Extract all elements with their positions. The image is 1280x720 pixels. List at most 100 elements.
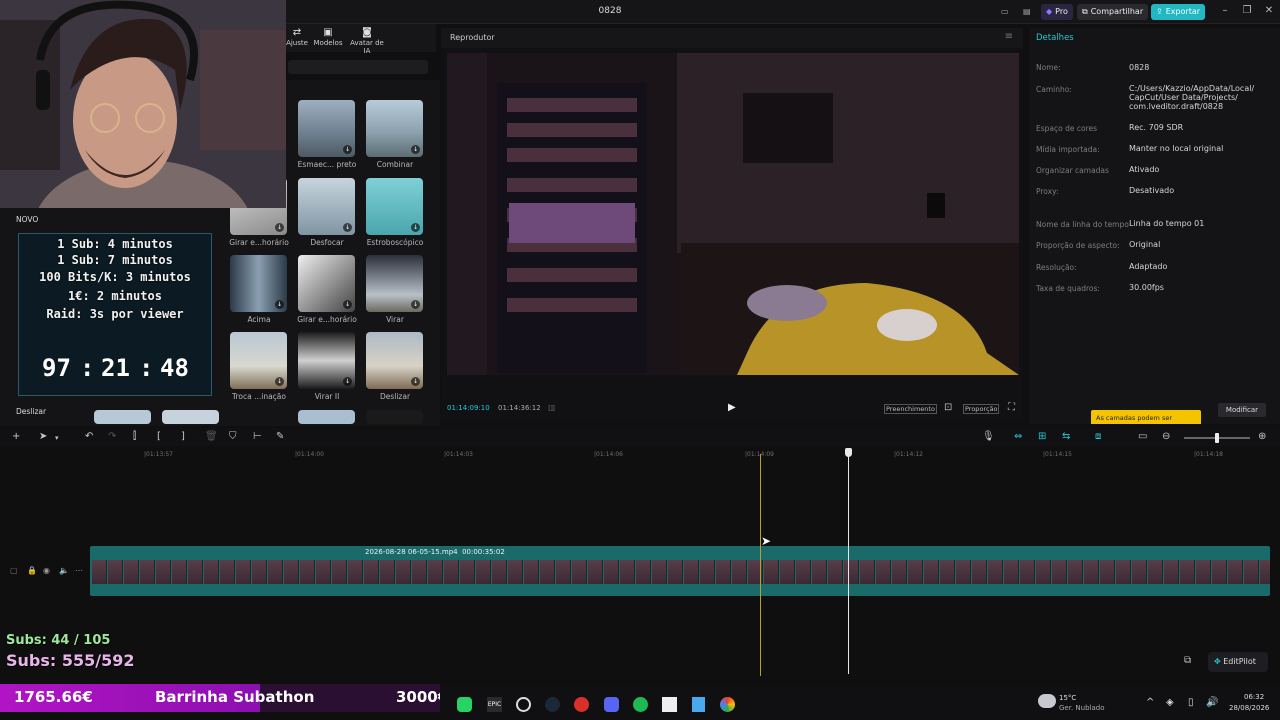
subs-total: Subs: 555/592 bbox=[6, 651, 135, 670]
modify-button[interactable]: Modificar bbox=[1218, 403, 1266, 417]
crop-icon[interactable]: ⊢ bbox=[253, 431, 262, 442]
panel-icon[interactable]: ⧉ bbox=[1184, 655, 1191, 666]
zoom-slider-handle[interactable] bbox=[1215, 433, 1219, 443]
chevron-down-icon[interactable]: ▾ bbox=[55, 434, 59, 442]
redo-icon[interactable]: ↷ bbox=[108, 431, 116, 442]
zoom-out-icon[interactable]: ⊖ bbox=[1162, 431, 1170, 442]
delete-icon[interactable]: 🗑 bbox=[205, 431, 218, 442]
snap-icon[interactable]: ⇆ bbox=[1062, 431, 1070, 442]
split-icon[interactable]: ⫿ bbox=[133, 431, 136, 442]
preview-axis-icon[interactable]: ⧈ bbox=[1095, 431, 1101, 442]
timeline-ruler[interactable] bbox=[88, 448, 1280, 462]
export-button[interactable]: ⇪ Exportar bbox=[1151, 4, 1206, 20]
spotify-icon[interactable] bbox=[633, 697, 648, 712]
fullscreen-icon[interactable]: ⛶ bbox=[1008, 402, 1015, 413]
chevron-up-icon[interactable]: ^ bbox=[1146, 697, 1154, 708]
ratio-button[interactable]: Proporção bbox=[963, 404, 1000, 414]
transition-tile[interactable]: ↓ bbox=[366, 255, 423, 312]
transition-tile[interactable]: ↓ bbox=[230, 332, 287, 389]
split-right-icon[interactable]: ] bbox=[181, 431, 185, 442]
pro-button[interactable]: ◆ Pro bbox=[1041, 4, 1073, 20]
capcut-icon[interactable] bbox=[662, 697, 677, 712]
transition-tile[interactable] bbox=[94, 410, 151, 424]
notepad-icon[interactable] bbox=[692, 697, 705, 712]
obs-icon[interactable] bbox=[516, 697, 531, 712]
transition-tile[interactable] bbox=[366, 410, 423, 424]
clip-frame bbox=[588, 560, 603, 584]
audio-icon[interactable]: 🔈 bbox=[59, 566, 69, 575]
draw-icon[interactable]: ✎ bbox=[276, 431, 284, 442]
undo-icon[interactable]: ↶ bbox=[85, 431, 93, 442]
shortcuts-icon[interactable]: ▤ bbox=[1018, 4, 1036, 20]
volume-icon[interactable]: 🔊 bbox=[1206, 697, 1218, 708]
transition-tile[interactable]: ↓ bbox=[298, 255, 355, 312]
transition-tile[interactable] bbox=[162, 410, 219, 424]
ai-avatar-icon: ◙ bbox=[362, 27, 372, 38]
tab-ai-avatar[interactable]: ◙ Avatar de IA bbox=[346, 27, 388, 55]
transition-label: Girar e...horário bbox=[229, 238, 289, 247]
minimize-icon[interactable]: – bbox=[1218, 5, 1232, 16]
share-button[interactable]: ⧉ Compartilhar bbox=[1077, 4, 1149, 20]
menu-icon[interactable]: ≡ bbox=[1005, 31, 1013, 42]
transition-label: Esmaec... preto bbox=[297, 160, 357, 169]
marker-icon[interactable]: ⛉ bbox=[229, 431, 237, 442]
notification-icon[interactable]: ▯ bbox=[1188, 697, 1194, 708]
whatsapp-icon[interactable] bbox=[457, 697, 472, 712]
clip-frame bbox=[716, 560, 731, 584]
weather-desc: Ger. Nublado bbox=[1059, 704, 1105, 712]
download-icon: ↓ bbox=[411, 145, 420, 154]
fill-button[interactable]: Preenchimento bbox=[884, 404, 937, 414]
editpilot-button[interactable]: ✥ EditPilot bbox=[1208, 652, 1268, 672]
caption-icon[interactable]: ▭ bbox=[1138, 431, 1147, 442]
ruler-tick: |01:13:57 bbox=[144, 451, 173, 458]
clip-label: 2026-08-28 06-05-15.mp4 00:00:35:02 bbox=[365, 548, 505, 556]
add-icon[interactable]: + bbox=[12, 431, 20, 442]
transition-tile[interactable]: ↓ bbox=[366, 100, 423, 157]
layout-icon[interactable]: ▭ bbox=[996, 4, 1014, 20]
clip-frame bbox=[236, 560, 251, 584]
detail-value: Original bbox=[1129, 240, 1161, 249]
transition-tile[interactable]: ↓ bbox=[366, 332, 423, 389]
screenshot-icon[interactable]: ⊡ bbox=[944, 402, 952, 413]
clip-frame bbox=[812, 560, 827, 584]
clip-frame bbox=[108, 560, 123, 584]
clip-frame bbox=[956, 560, 971, 584]
tab-adjust[interactable]: ⇄ Ajuste bbox=[286, 27, 308, 47]
more-icon[interactable]: ⋯ bbox=[75, 566, 83, 575]
transition-tile[interactable]: ↓ bbox=[298, 332, 355, 389]
webcam-image bbox=[0, 0, 286, 208]
steam-icon[interactable] bbox=[545, 697, 560, 712]
link-icon[interactable]: ⇔ bbox=[1014, 431, 1022, 442]
transition-label: Troca ...inação bbox=[232, 392, 286, 401]
lock-icon[interactable]: 🔒 bbox=[27, 566, 37, 575]
magnet-icon[interactable]: ⊞ bbox=[1038, 431, 1046, 442]
detail-value: Rec. 709 SDR bbox=[1129, 123, 1184, 132]
epic-games-icon[interactable]: EPIC bbox=[487, 697, 502, 712]
tab-templates[interactable]: ▣ Modelos bbox=[312, 27, 344, 47]
transition-tile[interactable]: ↓ bbox=[298, 100, 355, 157]
video-clip[interactable] bbox=[90, 546, 1270, 596]
playhead[interactable] bbox=[848, 454, 849, 674]
close-icon[interactable]: ✕ bbox=[1262, 5, 1276, 16]
transition-tile[interactable]: ↓ bbox=[366, 178, 423, 235]
video-preview[interactable] bbox=[447, 53, 1019, 375]
select-icon[interactable]: ➤ bbox=[39, 431, 47, 442]
search-input[interactable] bbox=[288, 60, 428, 74]
maximize-icon[interactable]: ❐ bbox=[1240, 5, 1254, 16]
track-cover-icon[interactable]: ▢ bbox=[10, 566, 18, 575]
transition-tile[interactable] bbox=[298, 410, 355, 424]
app-icon[interactable] bbox=[574, 697, 589, 712]
timeline-view-icon[interactable]: ▥ bbox=[548, 403, 556, 412]
play-button[interactable]: ▶ bbox=[728, 402, 736, 413]
zoom-in-icon[interactable]: ⊕ bbox=[1258, 431, 1266, 442]
eye-icon[interactable]: ◉ bbox=[43, 566, 50, 575]
transition-tile[interactable]: ↓ bbox=[230, 255, 287, 312]
transition-tile[interactable]: ↓ bbox=[298, 178, 355, 235]
detail-value: C:/Users/Kazzio/AppData/Local/ CapCut/Us… bbox=[1129, 84, 1255, 111]
playhead-handle[interactable] bbox=[845, 448, 852, 457]
microphone-icon[interactable]: 🎙 bbox=[982, 431, 995, 442]
network-icon[interactable]: ◈ bbox=[1166, 697, 1174, 708]
discord-icon[interactable] bbox=[604, 697, 619, 712]
chrome-icon[interactable] bbox=[720, 697, 735, 712]
split-left-icon[interactable]: [ bbox=[157, 431, 161, 442]
